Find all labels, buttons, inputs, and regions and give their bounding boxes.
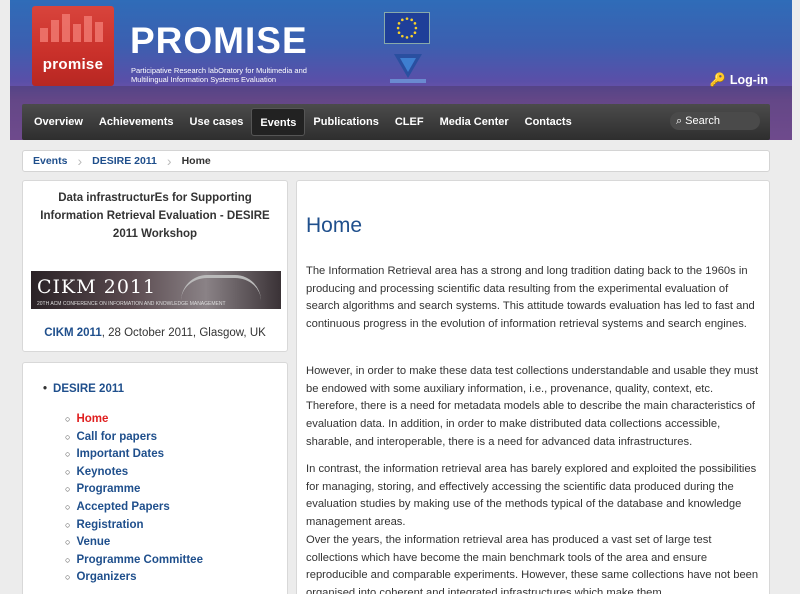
menu-item-accepted-papers[interactable]: Accepted Papers: [65, 499, 203, 517]
menu-root-desire[interactable]: DESIRE 2011: [43, 383, 124, 395]
menu-item-important-dates[interactable]: Important Dates: [65, 446, 203, 464]
event-title: Data infrastructurEs for Supporting Info…: [40, 192, 270, 240]
logo-bars-icon: [40, 12, 106, 42]
banner-building-icon: [181, 275, 261, 301]
breadcrumb: Events › DESIRE 2011 › Home: [22, 150, 770, 172]
paragraph-contrast: In contrast, the information retrieval a…: [306, 463, 757, 529]
nav-media-center[interactable]: Media Center: [432, 108, 517, 136]
logo-text: promise: [42, 56, 104, 73]
paragraph-metadata: However, in order to make these data tes…: [306, 365, 759, 448]
paragraph-intro: The Information Retrieval area has a str…: [306, 265, 755, 331]
page-title: Home: [306, 214, 363, 237]
eu-flag-icon: [384, 12, 430, 44]
menu-item-keynotes[interactable]: Keynotes: [65, 464, 203, 482]
menu-item-registration[interactable]: Registration: [65, 517, 203, 535]
menu-item-call-for-papers[interactable]: Call for papers: [65, 429, 203, 447]
site-subtitle: Participative Research labOratory for Mu…: [131, 66, 307, 84]
nav-clef[interactable]: CLEF: [387, 108, 432, 136]
search-icon: ⌕: [676, 114, 683, 127]
nav-events[interactable]: Events: [251, 108, 306, 136]
event-caption: CIKM 2011, 28 October 2011, Glasgow, UK: [23, 327, 287, 339]
promise-logo[interactable]: promise: [32, 6, 114, 86]
nav-achievements[interactable]: Achievements: [91, 108, 182, 136]
cikm-link[interactable]: CIKM 2011: [44, 327, 102, 339]
cikm-banner[interactable]: CIKM 2011 20TH ACM CONFERENCE ON INFORMA…: [31, 271, 281, 309]
paragraph-collections: Over the years, the information retrieva…: [306, 534, 759, 594]
event-menu-panel: DESIRE 2011 Home Call for papers Importa…: [22, 362, 288, 594]
menu-item-organizers[interactable]: Organizers: [65, 569, 203, 587]
event-submenu: Home Call for papers Important Dates Key…: [65, 411, 203, 587]
banner-title: CIKM 2011: [37, 276, 157, 298]
search-placeholder: Search: [685, 115, 721, 127]
breadcrumb-home: Home: [181, 155, 211, 167]
main-content: Home The Information Retrieval area has …: [296, 180, 770, 594]
breadcrumb-desire[interactable]: DESIRE 2011: [82, 155, 167, 167]
breadcrumb-events[interactable]: Events: [23, 155, 77, 167]
site-title: PROMISE: [130, 20, 308, 61]
banner-subtext: 20TH ACM CONFERENCE ON INFORMATION AND K…: [37, 301, 226, 307]
login-label: Log-in: [729, 73, 768, 87]
menu-item-venue[interactable]: Venue: [65, 534, 203, 552]
nav-overview[interactable]: Overview: [26, 108, 91, 136]
fp7-logo-icon: [386, 48, 430, 86]
main-nav: Overview Achievements Use cases Events P…: [22, 104, 770, 140]
menu-item-programme[interactable]: Programme: [65, 481, 203, 499]
nav-contacts[interactable]: Contacts: [517, 108, 580, 136]
key-icon: 🔑: [709, 72, 726, 87]
event-info-panel: Data infrastructurEs for Supporting Info…: [22, 180, 288, 352]
menu-item-home[interactable]: Home: [65, 411, 203, 429]
event-caption-text: , 28 October 2011, Glasgow, UK: [101, 327, 266, 339]
login-link[interactable]: 🔑 Log-in: [710, 72, 768, 88]
menu-item-programme-committee[interactable]: Programme Committee: [65, 552, 203, 570]
nav-publications[interactable]: Publications: [305, 108, 386, 136]
search-input[interactable]: ⌕ Search: [670, 112, 760, 130]
nav-use-cases[interactable]: Use cases: [182, 108, 252, 136]
